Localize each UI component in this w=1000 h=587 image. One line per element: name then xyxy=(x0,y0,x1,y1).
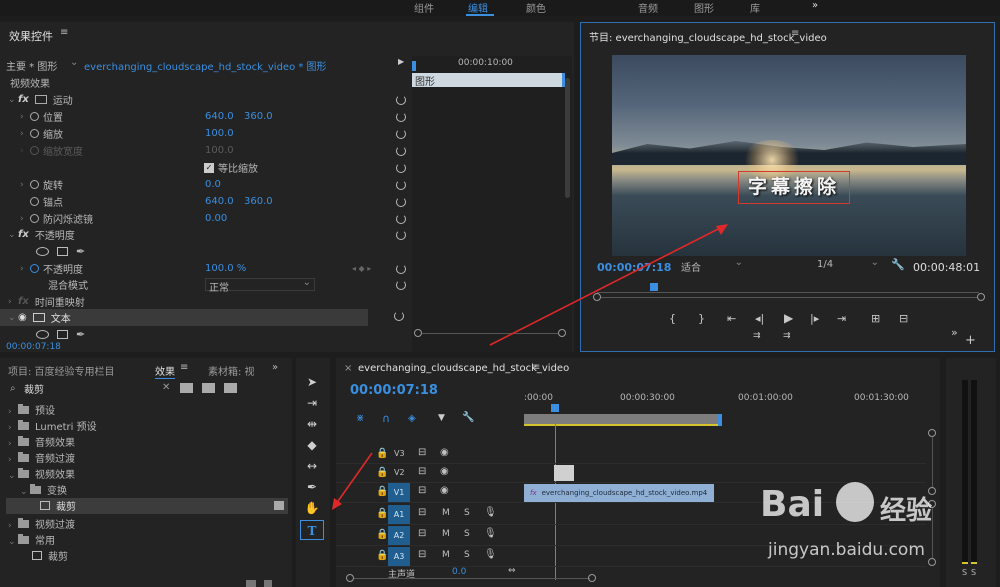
watermark-brand: 经验 xyxy=(880,496,933,526)
arrow-head-icon xyxy=(332,498,342,510)
arrow-to-type-tool xyxy=(335,452,373,505)
watermark-url: jingyan.baidu.com xyxy=(768,540,925,560)
baidu-watermark: Bai 经验 jingyan.baidu.com xyxy=(760,478,996,578)
arrow-to-subtitle xyxy=(489,226,723,346)
paw-icon xyxy=(836,482,874,522)
watermark-logo-text: Bai xyxy=(760,484,825,525)
